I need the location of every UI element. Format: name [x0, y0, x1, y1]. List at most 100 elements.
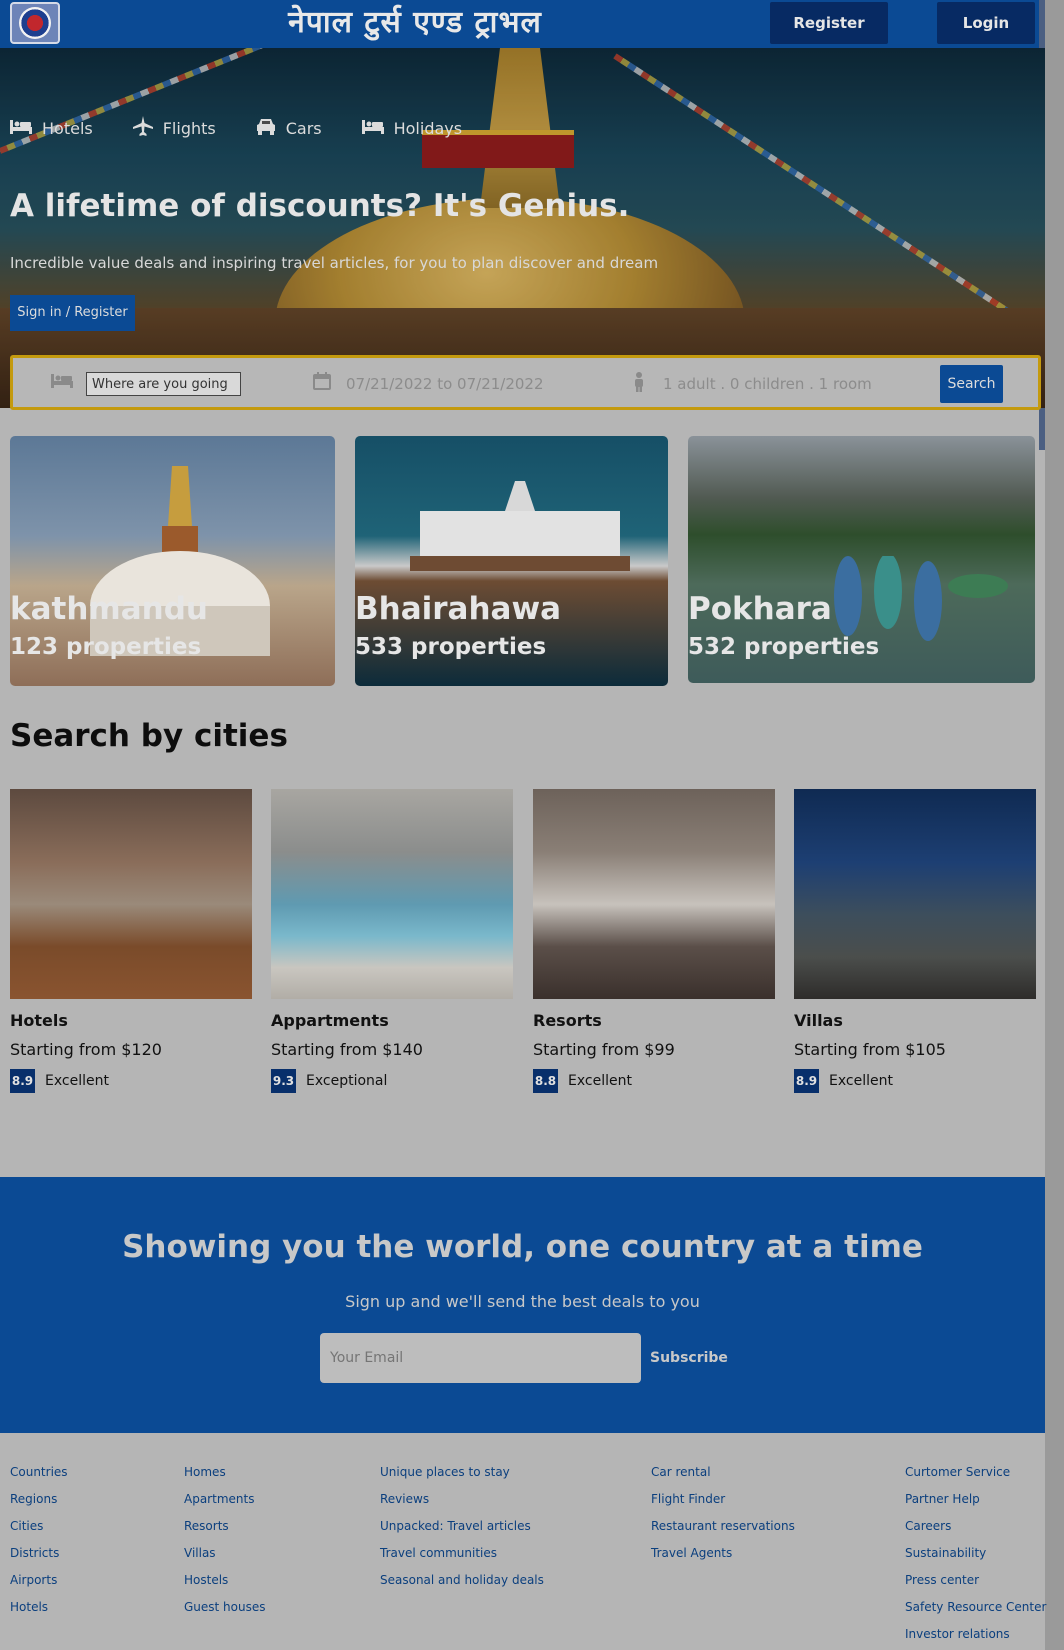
property-type-price: Starting from $99 — [533, 1040, 675, 1059]
destination-properties: 533 properties — [355, 634, 547, 660]
nav-flights[interactable]: Flights — [132, 116, 216, 140]
bed-icon — [361, 118, 384, 138]
footer-column: Countries Regions Cities Districts Airpo… — [10, 1463, 68, 1625]
subscribe-button[interactable]: Subscribe — [650, 1333, 728, 1383]
car-icon — [256, 117, 276, 139]
newsletter-title: Showing you the world, one country at a … — [122, 1229, 923, 1265]
nav-label: Flights — [162, 118, 216, 138]
property-type-price: Starting from $140 — [271, 1040, 423, 1059]
hero-subtext: Incredible value deals and inspiring tra… — [10, 254, 659, 272]
signin-register-button[interactable]: Sign in / Register — [10, 295, 135, 331]
footer-link[interactable]: Travel Agents — [651, 1544, 795, 1571]
date-range-field[interactable]: 07/21/2022 to 07/21/2022 — [346, 375, 544, 393]
newsletter-section: Showing you the world, one country at a … — [0, 1177, 1045, 1433]
footer-column: Curtomer Service Partner Help Careers Su… — [905, 1463, 1046, 1650]
resort-room-image — [533, 789, 775, 999]
newsletter-subtitle: Sign up and we'll send the best deals to… — [345, 1292, 700, 1311]
footer-link[interactable]: Travel communities — [380, 1544, 544, 1571]
footer-link[interactable]: Careers — [905, 1517, 1046, 1544]
rating-label: Excellent — [45, 1073, 109, 1089]
property-type-price: Starting from $120 — [10, 1040, 162, 1059]
footer-column: Car rental Flight Finder Restaurant rese… — [651, 1463, 795, 1571]
property-type-card[interactable]: Villas Starting from $105 8.9 Excellent — [794, 789, 1036, 1093]
destination-card[interactable]: kathmandu 123 properties — [10, 436, 335, 686]
rating-score-badge: 8.9 — [794, 1069, 819, 1093]
footer-link[interactable]: Press center — [905, 1571, 1046, 1598]
property-type-title: Villas — [794, 1011, 843, 1030]
footer-link[interactable]: Cities — [10, 1517, 68, 1544]
rating: 9.3 Exceptional — [271, 1069, 513, 1093]
person-icon — [633, 372, 645, 397]
destination-name: kathmandu — [10, 591, 208, 627]
footer-link[interactable]: Safety Resource Center — [905, 1598, 1046, 1625]
scrollbar-track[interactable] — [1045, 0, 1064, 1650]
hero-banner: Hotels Flights Cars Holidays A lifetime … — [0, 48, 1045, 408]
destination-name: Bhairahawa — [355, 591, 561, 627]
destination-card[interactable]: Bhairahawa 533 properties — [355, 436, 668, 686]
search-button[interactable]: Search — [940, 365, 1003, 403]
footer-link[interactable]: Hotels — [10, 1598, 68, 1625]
property-type-title: Appartments — [271, 1011, 389, 1030]
footer-link[interactable]: Restaurant reservations — [651, 1517, 795, 1544]
airplane-icon — [132, 116, 153, 140]
top-header: नेपाल टुर्स एण्ड ट्राभल Register Login — [0, 0, 1045, 48]
property-type-title: Resorts — [533, 1011, 602, 1030]
property-type-card[interactable]: Hotels Starting from $120 8.9 Excellent — [10, 789, 252, 1093]
rating-label: Excellent — [829, 1073, 893, 1089]
footer-link[interactable]: Districts — [10, 1544, 68, 1571]
search-bar: 07/21/2022 to 07/21/2022 1 adult . 0 chi… — [10, 355, 1041, 410]
property-type-card[interactable]: Appartments Starting from $140 9.3 Excep… — [271, 789, 513, 1093]
destination-card[interactable]: Pokhara 532 properties — [688, 436, 1035, 683]
login-button[interactable]: Login — [937, 2, 1035, 44]
footer-column: Homes Apartments Resorts Villas Hostels … — [184, 1463, 266, 1625]
hotel-room-image — [10, 789, 252, 999]
email-input[interactable] — [320, 1333, 641, 1383]
emblem-icon — [19, 7, 51, 39]
nav-holidays[interactable]: Holidays — [361, 116, 462, 140]
nav-hotels[interactable]: Hotels — [10, 116, 93, 140]
destination-input[interactable] — [86, 372, 241, 396]
nav-label: Hotels — [42, 118, 93, 138]
register-button[interactable]: Register — [770, 2, 888, 44]
footer-link[interactable]: Hostels — [184, 1571, 266, 1598]
footer-link[interactable]: Homes — [184, 1463, 266, 1490]
site-logo[interactable] — [10, 2, 60, 44]
footer-link[interactable]: Flight Finder — [651, 1490, 795, 1517]
hero-overlay — [0, 48, 1045, 408]
villa-terrace-image — [794, 789, 1036, 999]
bed-icon — [51, 372, 73, 393]
property-type-price: Starting from $105 — [794, 1040, 946, 1059]
footer-link[interactable]: Regions — [10, 1490, 68, 1517]
rating-label: Exceptional — [306, 1073, 388, 1089]
footer-link[interactable]: Seasonal and holiday deals — [380, 1571, 544, 1598]
footer-link[interactable]: Curtomer Service — [905, 1463, 1046, 1490]
guests-field[interactable]: 1 adult . 0 children . 1 room — [663, 375, 872, 393]
footer-link[interactable]: Investor relations — [905, 1625, 1046, 1650]
footer-link[interactable]: Villas — [184, 1544, 266, 1571]
hero-headline: A lifetime of discounts? It's Genius. — [10, 188, 630, 224]
nav-cars[interactable]: Cars — [256, 116, 322, 140]
calendar-icon — [313, 372, 331, 395]
rating-score-badge: 9.3 — [271, 1069, 296, 1093]
rating: 8.9 Excellent — [794, 1069, 1036, 1093]
footer-link[interactable]: Partner Help — [905, 1490, 1046, 1517]
footer-link[interactable]: Airports — [10, 1571, 68, 1598]
property-type-card[interactable]: Resorts Starting from $99 8.8 Excellent — [533, 789, 775, 1093]
footer-link[interactable]: Resorts — [184, 1517, 266, 1544]
property-type-title: Hotels — [10, 1011, 68, 1030]
pool-image — [271, 789, 513, 999]
footer-link[interactable]: Countries — [10, 1463, 68, 1490]
site-title: नेपाल टुर्स एण्ड ट्राभल — [288, 5, 542, 40]
footer-link[interactable]: Car rental — [651, 1463, 795, 1490]
footer-link[interactable]: Apartments — [184, 1490, 266, 1517]
footer-link[interactable]: Unpacked: Travel articles — [380, 1517, 544, 1544]
main-nav: Hotels Flights Cars Holidays — [10, 116, 502, 140]
footer-link[interactable]: Guest houses — [184, 1598, 266, 1625]
footer-link[interactable]: Unique places to stay — [380, 1463, 544, 1490]
rating-score-badge: 8.9 — [10, 1069, 35, 1093]
rating-score-badge: 8.8 — [533, 1069, 558, 1093]
footer-link[interactable]: Sustainability — [905, 1544, 1046, 1571]
destination-properties: 123 properties — [10, 634, 202, 660]
rating: 8.9 Excellent — [10, 1069, 252, 1093]
footer-link[interactable]: Reviews — [380, 1490, 544, 1517]
